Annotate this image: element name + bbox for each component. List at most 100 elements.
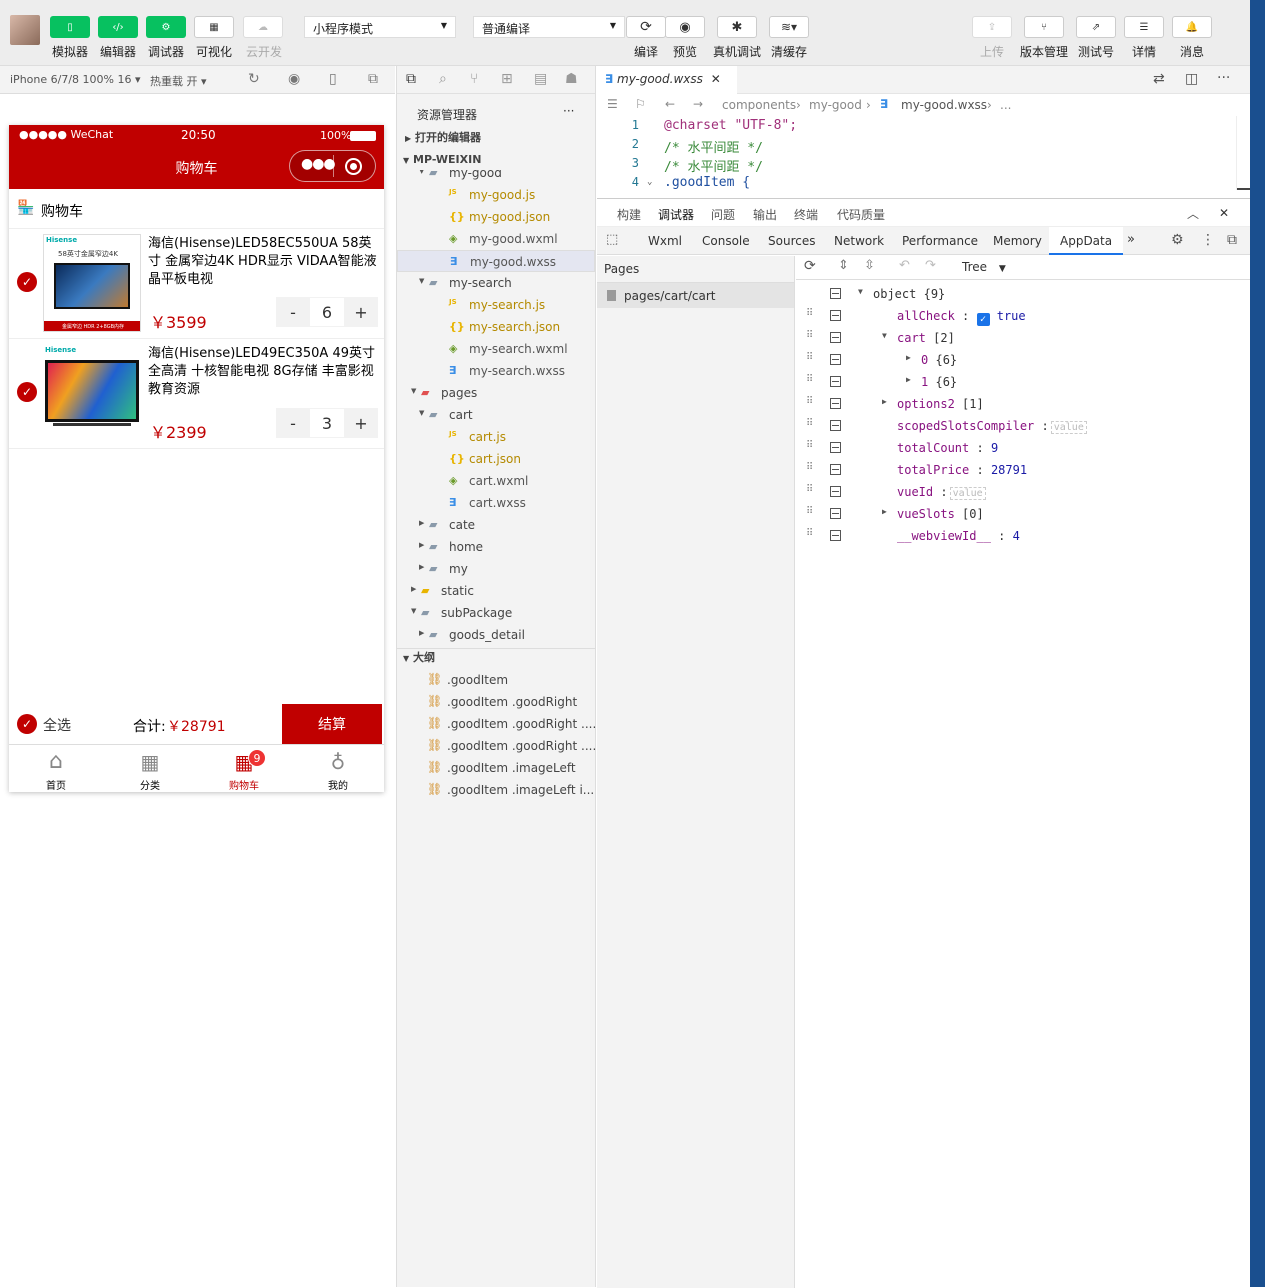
tab-cart[interactable]: ▦ 购物车 9 [197,745,291,793]
value-placeholder[interactable]: value [949,487,986,500]
extensions-icon[interactable]: ⊞ [501,71,513,87]
docker-icon[interactable]: ☗ [565,71,578,87]
search-icon[interactable]: ⌕ [439,71,447,87]
compile-button[interactable]: ⟳ [626,16,666,38]
clear-cache-button[interactable]: ≋▾ [769,16,809,38]
hot-reload-toggle[interactable]: 热重载 开 ▾ [150,73,207,89]
collapse-box-icon[interactable] [830,332,841,343]
chevron-down-icon[interactable]: ▼ [858,287,863,296]
chevron-right-icon[interactable]: ▶ [906,353,911,362]
chevron-right-icon[interactable]: ▶ [906,375,911,384]
back-arrow-icon[interactable]: ← [665,97,675,111]
tree-item[interactable]: ▼ ▰ cart [397,404,595,426]
collapse-box-icon[interactable] [830,530,841,541]
collapse-box-icon[interactable] [830,442,841,453]
minus-button[interactable]: - [276,297,310,327]
select-all-label[interactable]: 全选 [43,715,71,735]
data-row[interactable]: ⠿ __webviewId__ : 4 [796,525,1251,547]
view-mode-select[interactable]: Tree ▼ [962,260,1006,274]
plus-button[interactable]: + [344,408,378,438]
data-row[interactable]: ⠿ ▶ options2 [1] [796,393,1251,415]
breadcrumb-item[interactable]: ... [1000,98,1011,112]
drag-handle-icon[interactable]: ⠿ [806,419,814,433]
data-row[interactable]: ⠿ allCheck : ✓ true [796,305,1251,327]
product-image[interactable]: Hisense [43,344,141,442]
data-row[interactable]: ⠿ totalPrice : 28791 [796,459,1251,481]
drag-handle-icon[interactable]: ⠿ [806,529,814,543]
outline-item[interactable]: ⛓ .goodItem .goodRight [397,691,595,713]
plus-button[interactable]: + [344,297,378,327]
checkbox-icon[interactable]: ✓ [976,313,990,326]
tree-item[interactable]: ∃ my-good.wxss [397,250,595,272]
popout-icon[interactable]: ⧉ [368,71,378,87]
collapse-box-icon[interactable] [830,376,841,387]
tab-output[interactable]: 输出 [753,206,777,223]
tab-network[interactable]: Network [834,234,884,248]
tree-item[interactable]: ◈ my-search.wxml [397,338,595,360]
tree-item[interactable]: ▼ ▰ my-search [397,272,595,294]
breadcrumb-item[interactable]: my-good [809,98,862,112]
tree-item[interactable]: ▶ ▰ home [397,536,595,558]
code-line[interactable]: 2 /* 水平间距 */ [597,137,1217,156]
close-icon[interactable]: ✕ [1219,206,1229,220]
tree-item[interactable]: ▶ ▰ cate [397,514,595,536]
rotate-icon[interactable]: ↻ [248,71,260,87]
chevron-down-icon[interactable]: ▼ [882,331,887,340]
collapse-box-icon[interactable] [830,464,841,475]
device-icon[interactable]: ▯ [329,71,337,87]
outline-item[interactable]: ⛓ .goodItem .imageLeft [397,757,595,779]
outline-item[interactable]: ⛓ .goodItem .goodRight .... [397,735,596,757]
tab-memory[interactable]: Memory [993,234,1042,248]
data-row[interactable]: ⠿ totalCount : 9 [796,437,1251,459]
data-row[interactable]: ⠿ scopedSlotsCompiler : value [796,415,1251,437]
product-title[interactable]: 海信(Hisense)LED58EC550UA 58英寸 金属窄边4K HDR显… [148,235,378,289]
tree-item[interactable]: ∃ cart.wxss [397,492,595,514]
debugger-button[interactable]: ⚙ [146,16,186,38]
collapse-box-icon[interactable] [830,398,841,409]
outline-item[interactable]: ⛓ .goodItem [397,669,595,691]
preview-button[interactable]: ◉ [665,16,705,38]
split-editor-icon[interactable]: ◫ [1185,71,1198,87]
editor-button[interactable]: ‹/› [98,16,138,38]
product-image[interactable]: Hisense 58英寸金属窄边4K 金属窄边 HDR 2+8GB内存 [43,234,141,332]
mode-select[interactable]: 小程序模式 ▼ [304,16,456,38]
drag-handle-icon[interactable]: ⠿ [806,441,814,455]
storage-icon[interactable]: ▤ [534,71,547,87]
tree-item[interactable]: ∃ my-search.wxss [397,360,595,382]
tab-category[interactable]: ▦ 分类 [103,745,197,793]
compare-icon[interactable]: ⇄ [1153,71,1165,87]
data-row[interactable]: ⠿ ▶ 1 {6} [796,371,1251,393]
messages-button[interactable]: 🔔 [1172,16,1212,38]
compile-select[interactable]: 普通编译 ▼ [473,16,625,38]
tab-console[interactable]: Console [702,234,750,248]
tab-my[interactable]: ♁ 我的 [291,745,385,793]
tree-item[interactable]: ▼ ▰ my-good [397,170,595,184]
item-checkbox[interactable]: ✓ [17,272,37,292]
close-target-icon[interactable] [345,158,362,175]
list-icon[interactable]: ☰ [607,97,618,111]
code-line[interactable]: 4 ⌄ .goodItem { [597,175,1217,194]
more-dots-icon[interactable]: ●●● [301,156,336,172]
page-entry[interactable]: pages/cart/cart [597,282,794,308]
breadcrumb-item[interactable]: components [722,98,796,112]
close-icon[interactable]: ✕ [711,72,721,86]
code-line[interactable]: 1 @charset "UTF-8"; [597,118,1217,137]
tab-debugger[interactable]: 调试器 [658,206,695,228]
drag-handle-icon[interactable]: ⠿ [806,397,814,411]
tab-terminal[interactable]: 终端 [794,206,818,223]
more-icon[interactable]: ··· [1217,70,1230,86]
tree-item[interactable]: {} my-good.json [397,206,595,228]
simulator-button[interactable]: ▯ [50,16,90,38]
collapse-all-icon[interactable]: ⇳ [864,258,875,273]
checkout-button[interactable]: 结算 [282,704,382,744]
tree-item[interactable]: ▼ ▰ subPackage [397,602,595,624]
avatar[interactable] [10,15,40,45]
chevron-right-icon[interactable]: ▶ [882,507,887,516]
collapse-box-icon[interactable] [830,420,841,431]
outline-item[interactable]: ⛓ .goodItem .imageLeft i... [397,779,595,801]
collapse-box-icon[interactable] [830,310,841,321]
editor-tab[interactable]: ∃ my-good.wxss ✕ [597,66,737,94]
data-row[interactable]: ⠿ ▶ 0 {6} [796,349,1251,371]
forward-arrow-icon[interactable]: → [693,97,703,111]
tree-item[interactable]: ◈ cart.wxml [397,470,595,492]
